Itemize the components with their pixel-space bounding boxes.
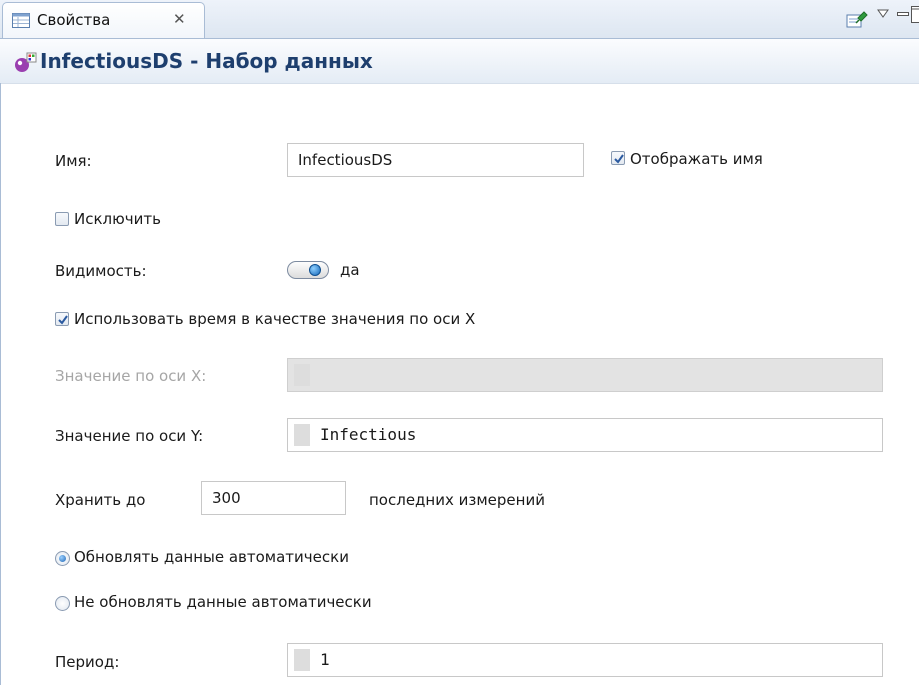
visibility-label: Видимость: — [55, 262, 147, 280]
code-marker — [294, 424, 310, 446]
y-value-input[interactable]: Infectious — [287, 418, 883, 452]
dataset-icon — [15, 52, 37, 72]
toggle-knob — [309, 264, 321, 276]
view-menu-chevron-icon[interactable] — [877, 9, 889, 19]
x-value-label: Значение по оси X: — [55, 367, 207, 385]
code-marker — [294, 364, 310, 386]
visibility-toggle[interactable] — [287, 261, 329, 279]
update-manual-radio[interactable] — [55, 596, 70, 611]
properties-table-icon — [12, 13, 30, 28]
update-auto-label: Обновлять данные автоматически — [74, 548, 349, 566]
checkmark-icon — [614, 154, 624, 164]
code-marker — [294, 649, 310, 671]
period-label: Период: — [55, 653, 120, 671]
radio-selected-dot — [59, 555, 66, 562]
pin-icon[interactable] — [846, 10, 868, 28]
tab-properties[interactable]: Свойства ✕ — [2, 2, 205, 38]
x-value-input — [287, 358, 883, 392]
exclude-checkbox[interactable] — [55, 212, 69, 226]
minimize-icon[interactable] — [897, 12, 909, 16]
update-auto-radio[interactable] — [55, 551, 70, 566]
period-value-text: 1 — [320, 650, 330, 669]
view-tab-bar: Свойства ✕ — [0, 0, 919, 39]
panel-border — [0, 83, 1, 685]
checkmark-icon — [58, 315, 68, 325]
keep-suffix-label: последних измерений — [369, 491, 545, 509]
tab-label: Свойства — [37, 11, 111, 29]
y-value-text: Infectious — [320, 425, 417, 444]
close-tab-icon[interactable]: ✕ — [173, 10, 186, 28]
keep-count-input[interactable]: 300 — [201, 481, 346, 515]
properties-header: InfectiousDS - Набор данных — [0, 39, 919, 84]
update-manual-label: Не обновлять данные автоматически — [74, 593, 372, 611]
period-input[interactable]: 1 — [287, 643, 883, 677]
show-name-label: Отображать имя — [630, 150, 763, 168]
keep-label: Хранить до — [55, 491, 146, 509]
visibility-value: да — [340, 261, 360, 279]
use-time-checkbox[interactable] — [55, 312, 69, 326]
show-name-checkbox[interactable] — [611, 151, 625, 165]
name-input[interactable]: InfectiousDS — [287, 143, 584, 177]
name-label: Имя: — [55, 152, 92, 170]
page-title: InfectiousDS - Набор данных — [40, 49, 373, 73]
exclude-label: Исключить — [74, 210, 161, 228]
maximize-icon[interactable] — [911, 6, 919, 24]
y-value-label: Значение по оси Y: — [55, 427, 204, 445]
use-time-label: Использовать время в качестве значения п… — [74, 310, 476, 328]
